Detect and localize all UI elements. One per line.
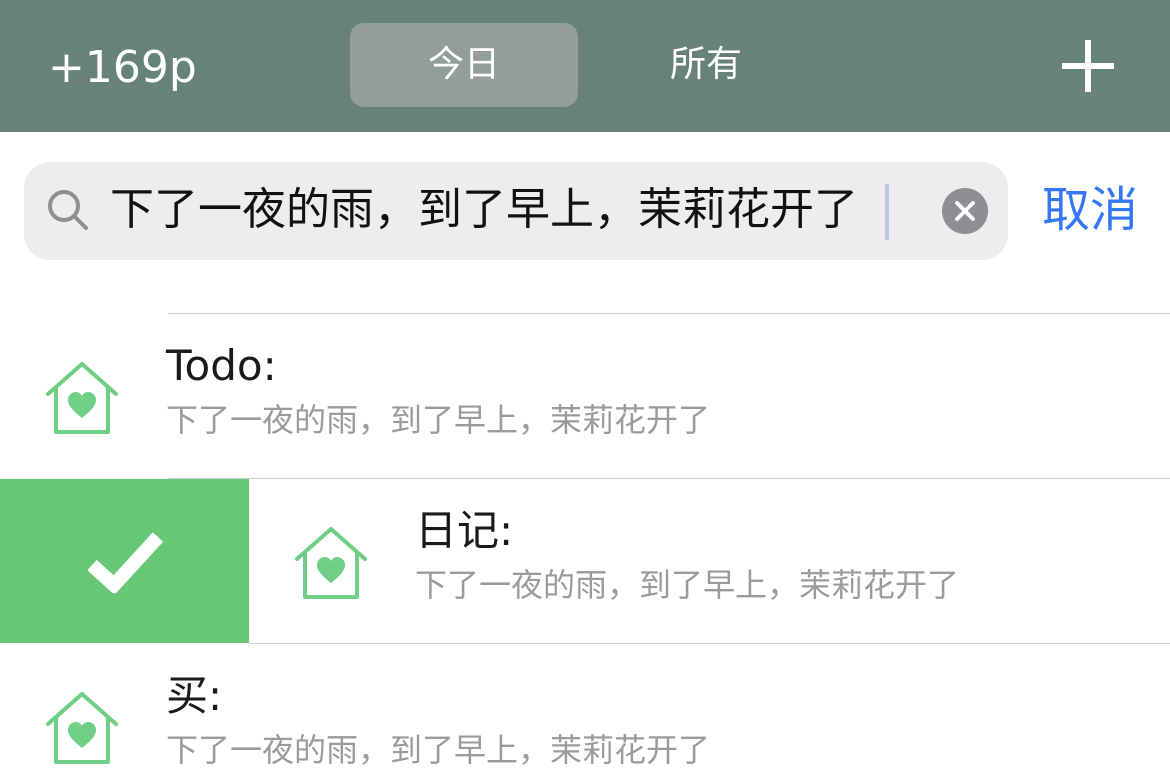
item-title: 买: <box>166 671 223 720</box>
tab-all[interactable]: 所有 <box>578 23 834 107</box>
house-heart-icon <box>295 527 367 599</box>
magnifier-icon <box>48 190 88 230</box>
points-counter: +169p <box>48 42 197 93</box>
house-heart-icon <box>46 362 118 434</box>
add-button[interactable] <box>1058 36 1118 96</box>
item-title: Todo: <box>166 341 277 390</box>
item-title: 日记: <box>415 506 514 555</box>
list-item[interactable]: Todo: 下了一夜的雨，到了早上，茉莉花开了 <box>0 314 1170 478</box>
complete-swipe-button[interactable] <box>0 479 249 643</box>
clear-button[interactable] <box>942 188 988 234</box>
item-subtitle: 下了一夜的雨，到了早上，茉莉花开了 <box>166 731 711 769</box>
top-bar: +169p 今日 所有 <box>0 0 1170 132</box>
search-input[interactable]: 下了一夜的雨，到了早上，茉莉花开了 <box>110 180 858 240</box>
plus-icon <box>1062 40 1114 92</box>
list-item[interactable]: 买: 下了一夜的雨，到了早上，茉莉花开了 <box>0 644 1170 769</box>
item-subtitle: 下了一夜的雨，到了早上，茉莉花开了 <box>415 566 960 604</box>
list-item[interactable]: 日记: 下了一夜的雨，到了早上，茉莉花开了 <box>249 479 1170 643</box>
house-heart-icon <box>46 692 118 764</box>
item-subtitle: 下了一夜的雨，到了早上，茉莉花开了 <box>166 401 711 439</box>
segmented-control: 今日 所有 <box>350 23 826 108</box>
text-cursor <box>885 184 889 240</box>
tab-today[interactable]: 今日 <box>350 23 578 107</box>
cancel-button[interactable]: 取消 <box>1042 178 1138 242</box>
checkmark-icon <box>88 532 164 593</box>
clear-icon <box>955 201 975 221</box>
